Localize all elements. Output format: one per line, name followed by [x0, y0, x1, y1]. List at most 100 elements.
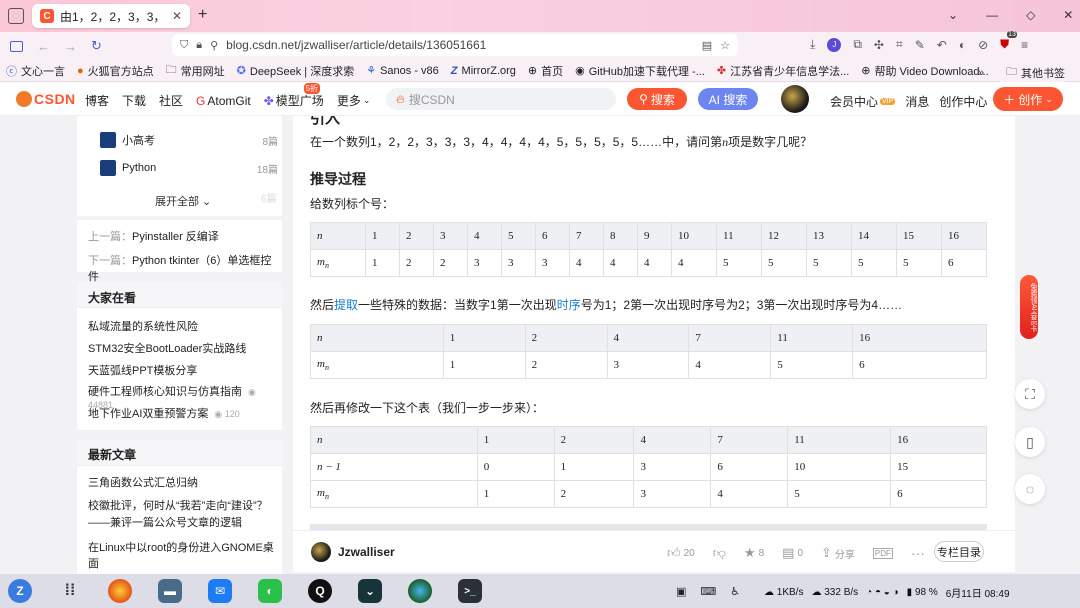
puzzle-icon[interactable]: ✣ [874, 38, 884, 52]
blocker-icon[interactable]: ⊘ [978, 38, 988, 52]
nav-model-square[interactable]: ✤ 模型广场 5折 [264, 83, 324, 109]
bookmark-item[interactable]: ◉ GitHub加速下载代理 -... [575, 63, 705, 79]
forward-icon[interactable]: → [64, 39, 77, 54]
app-grid-icon[interactable]: ⁞⁞ [58, 579, 82, 603]
download-icon[interactable]: ⤓ [810, 37, 815, 52]
pen-icon[interactable]: ✎ [915, 38, 925, 52]
share-button[interactable]: ⇪ 分享 [821, 545, 855, 561]
browser-tab-active[interactable]: C 由1，2，2，3，3，3，4，4 ✕ [32, 4, 190, 28]
bird-app-icon[interactable]: ✉ [208, 579, 232, 603]
bookmark-item[interactable]: ⊕ 首页 [528, 63, 563, 79]
reader-mode-icon[interactable]: ▤ [702, 39, 712, 52]
new-tab-button[interactable]: + [198, 6, 207, 24]
nav-blog[interactable]: 博客 [85, 92, 109, 109]
launcher-icon[interactable]: Z [8, 579, 32, 603]
minimize-icon[interactable]: — [986, 8, 998, 22]
tab-overview-icon[interactable] [8, 8, 24, 24]
latest-item[interactable]: 校徽批评，何时从“我若”走向“建设”？——兼评一篇公众号文章的逻辑 [88, 498, 280, 532]
tray-icons[interactable]: ◔ ◓ ◒ ◑ [866, 587, 899, 598]
create-button[interactable]: ＋创作 ⌄ [993, 87, 1063, 111]
privacy-icon[interactable]: ◐ [959, 38, 966, 52]
bookmark-item[interactable]: ⊕ 帮助 Video Download... [861, 63, 988, 79]
lock-icon[interactable]: 🔒︎ [196, 39, 202, 52]
pdf-icon[interactable]: PDF [872, 547, 893, 559]
csdn-logo[interactable]: CSDN [16, 91, 76, 107]
fullscreen-button[interactable]: ⛶ [1015, 379, 1045, 409]
menu-icon[interactable]: ≡ [1021, 38, 1028, 52]
prev-article-link[interactable]: 上一篇：Pyinstaller 反编译 [88, 228, 219, 244]
terminal-icon[interactable]: >_ [458, 579, 482, 603]
creator-center-link[interactable]: 创作中心 [939, 93, 987, 110]
chromium-icon[interactable] [408, 579, 432, 603]
bookmark-folder[interactable]: 🗀︎ 常用网址 [166, 61, 225, 80]
profile-icon[interactable]: J [827, 37, 842, 52]
nav-download[interactable]: 下载 [122, 92, 146, 109]
bookmark-item[interactable]: ✤ 江苏省青少年信息学法... [717, 63, 849, 79]
back-icon[interactable]: ← [37, 39, 50, 54]
keyword-link[interactable]: 提取 [334, 298, 358, 312]
bookmark-item[interactable]: ✪ DeepSeek | 深度求索 [237, 63, 355, 79]
dislike-button[interactable]: 👎︎ [713, 545, 726, 561]
undo-icon[interactable]: ↶ [937, 38, 947, 52]
sidebar-toggle-icon[interactable] [10, 40, 23, 52]
more-icon[interactable]: ··· [911, 545, 925, 561]
popular-item[interactable]: STM32安全BootLoader实战路线 [88, 340, 246, 356]
favorite-button[interactable]: ★ 8 [744, 545, 764, 561]
firefox-icon[interactable] [108, 579, 132, 603]
author-avatar[interactable] [311, 542, 331, 562]
site-settings-icon[interactable]: ⚲ [210, 39, 218, 52]
keyboard-icon[interactable]: ⌨ [700, 585, 716, 598]
vpn-icon[interactable]: ⌄ [358, 579, 382, 603]
extensions-icon[interactable]: ⧉ [853, 37, 862, 52]
bookmark-item[interactable]: ⚘ Sanos - v86 [366, 64, 439, 78]
shield-icon[interactable]: ⛉ [180, 39, 188, 52]
messages-link[interactable]: 消息 [905, 93, 929, 110]
tray-app-icon[interactable]: ▣ [676, 585, 686, 598]
like-button[interactable]: 👍︎ 20 [667, 545, 695, 561]
bookmark-item[interactable]: Z MirrorZ.org [451, 65, 516, 77]
column-item[interactable]: 小高考 8篇 [100, 132, 278, 148]
latest-item[interactable]: 三角函数公式汇总归纳 [88, 474, 276, 490]
bookmark-item[interactable]: ● 火狐官方站点 [77, 63, 154, 79]
popular-item[interactable]: 天蓝弧线PPT模板分享 [88, 362, 197, 378]
popular-item[interactable]: 私域流量的系统性风险 [88, 318, 198, 334]
other-bookmarks[interactable]: » 🗀︎ 其他书签 [978, 63, 1065, 82]
bookmark-star-icon[interactable]: ☆ [720, 39, 730, 52]
expand-all-button[interactable]: 展开全部 ⌄ [155, 193, 211, 209]
nav-atomgit[interactable]: G AtomGit [196, 94, 251, 108]
wechat-icon[interactable]: ◐ [258, 579, 282, 603]
ublock-icon[interactable]: ⛊ 13 [1000, 31, 1017, 52]
nav-more[interactable]: 更多 ⌄ [337, 92, 371, 109]
tab-close-icon[interactable]: ✕ [172, 9, 182, 23]
search-button[interactable]: ⚲ 搜索 [627, 88, 687, 110]
latest-item[interactable]: 在Linux中以root的身份进入GNOME桌面 [88, 539, 276, 571]
close-window-icon[interactable]: ✕ [1063, 8, 1073, 22]
bookmark-item[interactable]: ⓒ 文心一言 [6, 63, 65, 79]
author-name[interactable]: Jzwalliser [338, 545, 395, 559]
reload-icon[interactable]: ↻ [91, 38, 102, 54]
keyword-link[interactable]: 时序 [557, 298, 581, 312]
clock[interactable]: 6月11日 08:49 [946, 585, 1010, 600]
column-catalog-button[interactable]: 专栏目录 [934, 541, 984, 562]
feedback-button[interactable]: ◌ [1015, 474, 1045, 504]
next-article-link[interactable]: 下一篇：Python tkinter（6）单选框控件 [88, 252, 282, 284]
mobile-view-button[interactable]: ▯ [1015, 427, 1045, 457]
nav-community[interactable]: 社区 [159, 92, 183, 109]
vip-center-link[interactable]: 会员中心 VIP [830, 93, 896, 110]
popular-item[interactable]: 地下作业AI双重预警方案 ◉ 120 [88, 405, 240, 421]
tab-list-icon[interactable]: ⌄ [948, 8, 958, 22]
maximize-icon[interactable]: ◇ [1026, 8, 1035, 22]
ai-search-button[interactable]: AI 搜索 [698, 88, 758, 110]
crop-icon[interactable]: ⌗ [896, 37, 903, 52]
table-cell: 10 [787, 453, 892, 481]
address-bar[interactable]: ⛉ 🔒︎ ⚲ blog.csdn.net/jzwalliser/article/… [172, 34, 738, 56]
battery-indicator[interactable]: ▮ 98 % [907, 587, 938, 598]
comment-button[interactable]: ▤ 0 [782, 545, 803, 561]
accessibility-icon[interactable]: ♿︎ [730, 585, 740, 598]
column-item[interactable]: Python 18篇 [100, 160, 278, 176]
csdn-search-input[interactable]: 🔥︎ 搜CSDN [386, 88, 616, 110]
qq-icon[interactable]: Q [308, 579, 332, 603]
user-avatar[interactable] [781, 85, 809, 113]
ai-member-promo[interactable]: 免费领AI会员卡 [1020, 275, 1038, 339]
files-icon[interactable]: ▬ [158, 579, 182, 603]
